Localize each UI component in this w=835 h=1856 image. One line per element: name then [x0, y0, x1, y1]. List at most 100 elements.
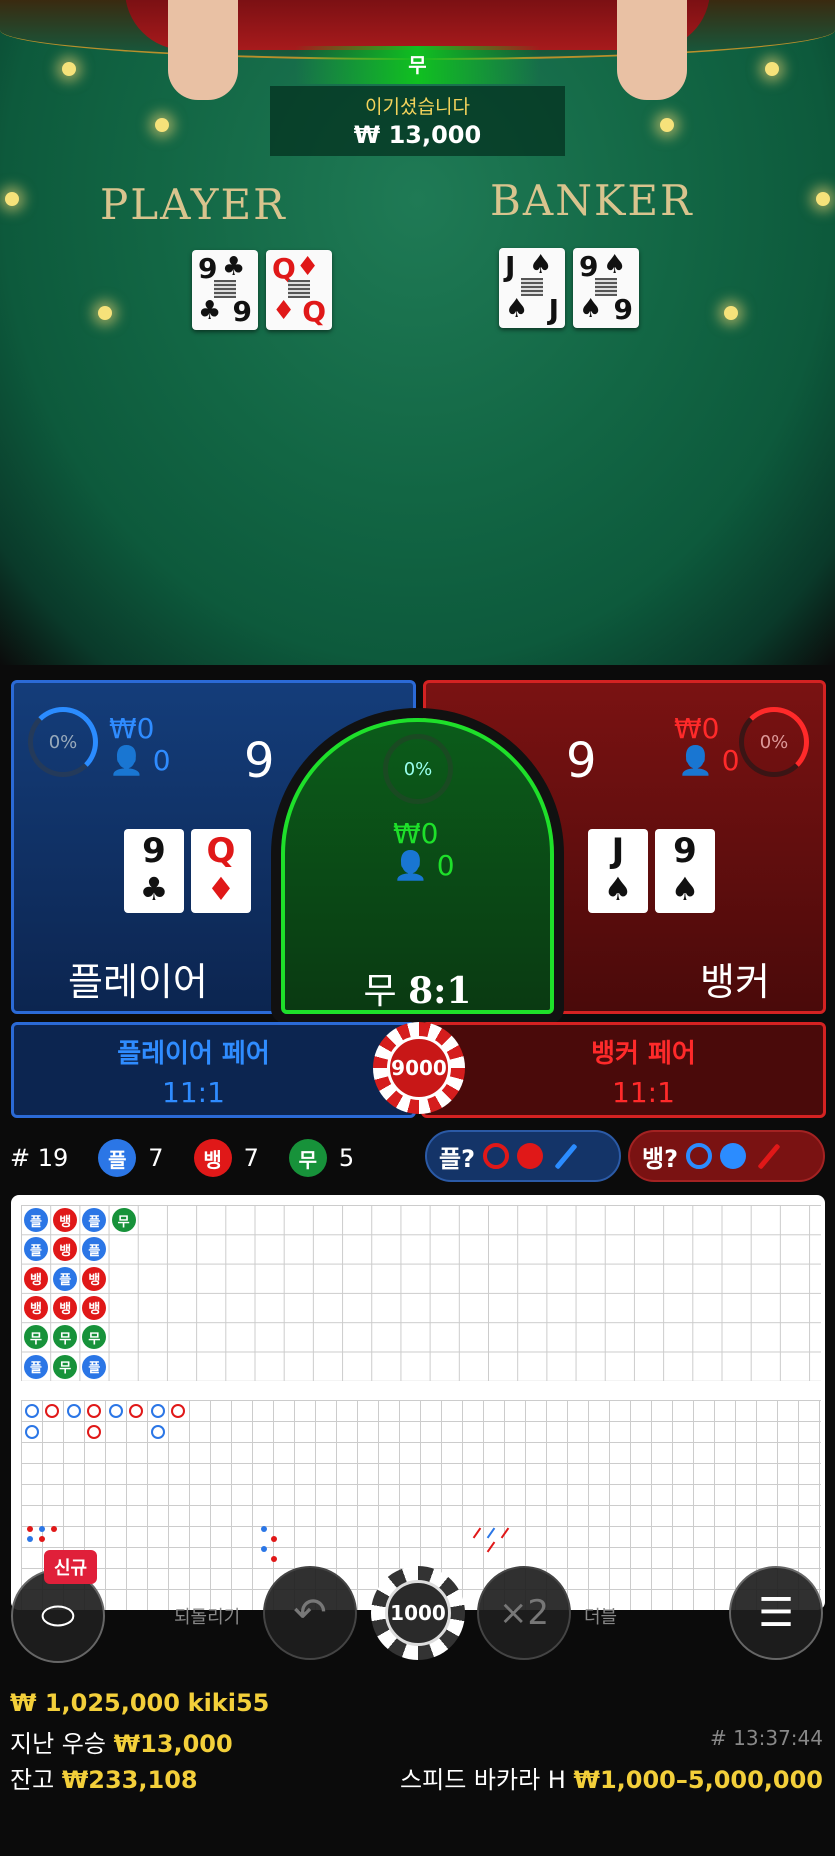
road-marker	[25, 1425, 39, 1439]
banker-symbol: 뱅	[193, 1139, 232, 1177]
scoreboard[interactable]: 플플뱅뱅무플뱅뱅플뱅무무플플뱅뱅무플무	[11, 1195, 825, 1610]
bead-road-cell: 플	[24, 1237, 48, 1262]
bead-road-cell: 뱅	[82, 1295, 107, 1320]
road-marker	[67, 1404, 81, 1418]
cockroach-slash-icon	[554, 1142, 578, 1170]
user-icon: 👤	[393, 849, 428, 882]
player-bet-amount: ₩0	[109, 712, 155, 745]
undo-button[interactable]: ↶	[263, 1566, 357, 1660]
win-text: 이기셨습니다	[365, 96, 470, 118]
table-light	[5, 192, 19, 206]
banker-bet-amount: ₩0	[674, 712, 720, 745]
banker-card-2: 9 ♠	[655, 829, 715, 913]
felt-player-label: PLAYER	[100, 180, 287, 229]
round-time: # 13:37:44	[710, 1726, 823, 1750]
banker-percent-ring: 0%	[739, 707, 809, 777]
player-card-2: Q ♦	[191, 829, 251, 913]
bead-road-cell: 뱅	[53, 1295, 78, 1320]
bead-road-cell: 뱅	[53, 1237, 78, 1262]
new-badge: 신규	[44, 1550, 98, 1584]
player-predict-button[interactable]: 플?	[425, 1130, 621, 1182]
bet-spot-tie[interactable]: 0% ₩0 👤 0 무 8:1	[281, 718, 554, 1014]
tie-label: 무 8:1	[363, 970, 472, 1012]
bet-spot-banker-pair[interactable]: 뱅커 페어 11:1	[421, 1022, 826, 1118]
table-icon: ⬭	[40, 1593, 76, 1639]
undo-label: 되돌리기	[174, 1607, 241, 1628]
balance: 잔고 ₩233,108	[10, 1766, 198, 1794]
table-card: 9 ♠ ♠ 9	[573, 248, 639, 328]
player-bettor-count: 👤 0	[109, 744, 171, 777]
banker-bettor-count: 👤 0	[678, 744, 740, 777]
road-marker	[129, 1404, 143, 1418]
menu-button[interactable]: ☰	[729, 1566, 823, 1660]
bead-road-cell: 플	[24, 1354, 48, 1379]
table-light	[155, 118, 169, 132]
bead-road-cell: 무	[111, 1208, 136, 1232]
player-label: 플레이어	[68, 960, 208, 1004]
double-button[interactable]: ×2	[477, 1566, 571, 1660]
table-info: 스피드 바카라 H ₩1,000–5,000,000	[400, 1766, 823, 1794]
tie-bet-amount: ₩0	[393, 817, 439, 850]
bead-road-cell: 무	[53, 1354, 78, 1379]
table-card: 9 ♣ ♣ 9	[192, 250, 258, 330]
hamburger-icon: ☰	[758, 1590, 794, 1636]
round-number: # 19	[10, 1144, 69, 1172]
placed-chip: 9000	[373, 1022, 465, 1114]
road-marker	[171, 1404, 185, 1418]
small-road-dot-icon	[720, 1143, 747, 1169]
shoe-stats: # 19 플 7 뱅 7 무 5 플? 뱅?	[10, 1130, 825, 1186]
banker-count: 7	[243, 1144, 259, 1172]
total-and-user: ₩ 1,025,000 kiki55	[10, 1689, 270, 1717]
table-light	[816, 192, 830, 206]
banker-predict-button[interactable]: 뱅?	[628, 1130, 825, 1182]
big-eye-ring-icon	[483, 1143, 510, 1169]
bead-road-cell: 플	[82, 1237, 107, 1262]
road-marker	[45, 1404, 59, 1418]
banker-card-1: J ♠	[588, 829, 648, 913]
bet-spot-player-pair[interactable]: 플레이어 페어 11:1	[11, 1022, 416, 1118]
player-card-1: 9 ♣	[124, 829, 184, 913]
tie-symbol: 무	[288, 1139, 327, 1177]
small-road-dot-icon	[517, 1143, 544, 1169]
bead-road-cell: 뱅	[82, 1266, 107, 1291]
player-percent-ring: 0%	[28, 707, 98, 777]
result-banner: 무	[295, 46, 540, 84]
bead-road-cell: 무	[24, 1325, 48, 1350]
big-eye-ring-icon	[686, 1143, 713, 1169]
bead-road-cell: 무	[53, 1325, 78, 1350]
felt-banker-label: BANKER	[490, 176, 694, 225]
table-light	[724, 306, 738, 320]
bead-road-cell: 뱅	[24, 1266, 48, 1291]
tie-percent-ring: 0%	[383, 734, 453, 804]
pair-bets: 플레이어 페어 11:1 뱅커 페어 11:1 9000	[11, 1022, 826, 1118]
tie-count: 5	[338, 1144, 355, 1172]
banker-label: 뱅커	[700, 960, 770, 1004]
bead-road-cell: 플	[82, 1354, 107, 1379]
bead-road-cell: 플	[24, 1208, 48, 1232]
cockroach-slash-icon	[757, 1142, 781, 1170]
table-light	[765, 62, 779, 76]
table-light	[98, 306, 112, 320]
road-marker	[87, 1404, 101, 1418]
double-label: 더블	[584, 1607, 618, 1628]
user-icon: 👤	[109, 744, 144, 777]
user-icon: 👤	[678, 744, 713, 777]
bead-road-cell: 무	[82, 1325, 107, 1350]
bead-road-cell: 플	[53, 1266, 78, 1291]
table-light	[62, 62, 76, 76]
tie-bettor-count: 👤 0	[393, 849, 455, 882]
player-score: 9	[244, 733, 275, 789]
dealer-right-hand	[617, 0, 687, 100]
live-video-stream: 무 이기셨습니다 ₩ 13,000 PLAYER BANKER 9 ♣ ♣ 9 Q ♦…	[0, 0, 835, 665]
bead-road-cell: 뱅	[24, 1295, 48, 1320]
road-marker	[109, 1404, 123, 1418]
banker-score: 9	[566, 733, 597, 789]
chip-selector[interactable]: 1000	[371, 1566, 465, 1660]
bead-road-cell: 뱅	[53, 1208, 78, 1232]
dealer-left-hand	[168, 0, 238, 100]
table-card: Q ♦ ♦ Q	[266, 250, 332, 330]
bead-road: 플플뱅뱅무플뱅뱅플뱅무무플플뱅뱅무플무	[21, 1205, 821, 1381]
table-light	[660, 118, 674, 132]
player-symbol: 플	[98, 1139, 137, 1177]
win-notice: 이기셨습니다 ₩ 13,000	[270, 86, 565, 156]
